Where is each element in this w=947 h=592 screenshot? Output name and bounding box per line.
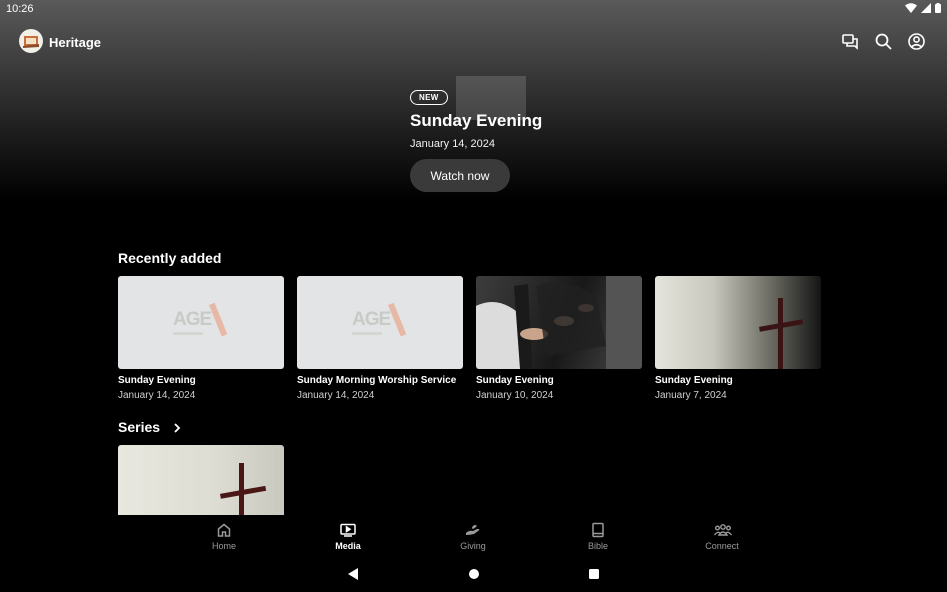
series-heading[interactable]: Series <box>118 419 160 435</box>
bottom-navigation: Home Media Giving Bible Connect <box>0 515 947 555</box>
battery-icon <box>935 3 941 13</box>
nav-label: Media <box>335 541 361 551</box>
recently-added-heading: Recently added <box>118 250 222 266</box>
hero-title: Sunday Evening <box>410 111 543 130</box>
bible-icon <box>590 522 606 538</box>
nav-connect[interactable]: Connect <box>682 522 762 551</box>
nav-home[interactable]: Home <box>184 522 264 551</box>
media-date: January 14, 2024 <box>118 390 196 401</box>
app-name: Heritage <box>49 35 102 50</box>
hero-date: January 14, 2024 <box>410 138 496 150</box>
media-title: Sunday Morning Worship Service <box>297 375 457 386</box>
media-title: Sunday Evening <box>655 375 733 386</box>
nav-label: Giving <box>460 541 486 551</box>
age-logo-text: AGE <box>173 308 212 330</box>
search-icon[interactable] <box>874 32 893 51</box>
nav-media[interactable]: Media <box>308 522 388 551</box>
media-date: January 10, 2024 <box>476 390 554 401</box>
chat-icon[interactable] <box>841 32 860 51</box>
media-title: Sunday Evening <box>476 375 554 386</box>
status-icons <box>905 3 941 13</box>
media-card[interactable]: Sunday Evening January 10, 2024 <box>476 276 642 401</box>
media-thumbnail <box>655 276 821 369</box>
wifi-icon <box>905 3 917 13</box>
app-header: Heritage <box>0 28 947 56</box>
nav-label: Bible <box>587 541 608 551</box>
back-icon[interactable] <box>347 567 359 586</box>
nav-giving[interactable]: Giving <box>433 522 513 551</box>
system-navigation <box>0 556 947 592</box>
age-logo: AGE <box>171 302 231 341</box>
signal-icon <box>921 3 931 13</box>
giving-icon <box>465 522 481 538</box>
media-card[interactable]: AGE Sunday Morning Worship Service Janua… <box>297 276 463 401</box>
nav-label: Home <box>211 541 236 551</box>
home-circle-icon[interactable] <box>468 567 480 586</box>
media-thumbnail: AGE <box>297 276 463 369</box>
new-badge: NEW <box>410 90 448 105</box>
media-date: January 14, 2024 <box>297 390 375 401</box>
media-title: Sunday Evening <box>118 375 196 386</box>
media-card[interactable]: Sunday Evening January 7, 2024 <box>655 276 821 401</box>
age-logo-text: AGE <box>352 308 391 330</box>
header-actions <box>841 32 926 51</box>
media-thumbnail: AGE <box>118 276 284 369</box>
church-logo[interactable] <box>19 29 43 53</box>
account-icon[interactable] <box>907 32 926 51</box>
status-time: 10:26 <box>6 3 34 15</box>
media-thumbnail <box>476 276 642 369</box>
recents-icon[interactable] <box>588 567 600 586</box>
nav-label: Connect <box>705 541 739 551</box>
age-logo: AGE <box>350 302 410 341</box>
watch-now-button[interactable]: Watch now <box>410 159 510 192</box>
media-card[interactable]: AGE Sunday Evening January 14, 2024 <box>118 276 284 401</box>
hero-content: NEW Sunday Evening January 14, 2024 <box>410 87 542 150</box>
status-bar: 10:26 <box>0 0 947 20</box>
media-icon <box>340 522 356 538</box>
home-icon <box>216 522 232 538</box>
connect-icon <box>713 522 733 538</box>
media-date: January 7, 2024 <box>655 390 727 401</box>
nav-bible[interactable]: Bible <box>558 522 638 551</box>
series-card[interactable] <box>118 445 284 515</box>
chevron-right-icon[interactable] <box>172 421 182 433</box>
